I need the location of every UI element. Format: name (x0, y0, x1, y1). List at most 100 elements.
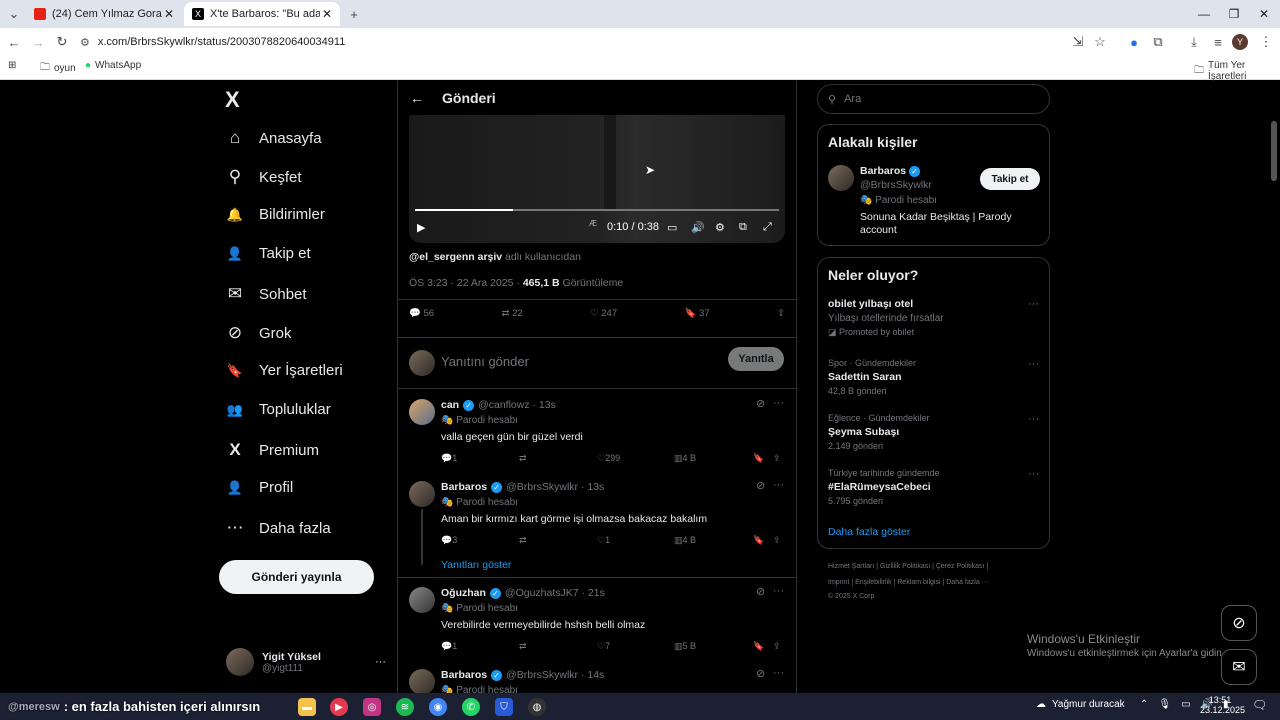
bookmark-icon[interactable]: 🔖 (753, 641, 764, 652)
share-icon[interactable]: ⇪ (773, 641, 781, 652)
tab-search-icon[interactable]: ⌄ (4, 4, 24, 24)
trend-item[interactable]: Türkiye tarihinde gündemde #ElaRümeysaCe… (828, 468, 1043, 506)
more-icon[interactable]: ··· (773, 585, 784, 597)
author-name[interactable]: can (441, 399, 459, 411)
close-tab-icon[interactable]: ✕ (322, 7, 332, 21)
browser-tab-x[interactable]: X X'te Barbaros: "Bu adam fenere ✕ (184, 2, 340, 26)
close-tab-icon[interactable]: ✕ (164, 7, 174, 21)
bookmark-icon[interactable]: 🔖 (753, 453, 764, 464)
trend-item[interactable]: Spor · Gündemdekiler Sadettin Saran 42,8… (828, 358, 1043, 396)
video-progress-bar[interactable] (415, 209, 779, 211)
all-bookmarks[interactable]: 🗀 Tüm Yer İşaretleri (1194, 60, 1280, 82)
pip-icon[interactable]: ⧉ (739, 221, 747, 234)
profile-avatar[interactable]: Y (1232, 34, 1248, 50)
repost-icon[interactable]: ⇄ (519, 535, 527, 546)
views-action[interactable]: ▥ 4 B (674, 535, 696, 546)
scrollbar[interactable] (1271, 121, 1277, 181)
like-action[interactable]: ♡ 1 (597, 535, 610, 546)
nav-chat[interactable]: ✉ Sohbet (225, 284, 307, 304)
share-icon[interactable]: ⇪ (777, 308, 785, 319)
download-icon[interactable]: ⤓ (1184, 32, 1204, 52)
nav-grok[interactable]: ⊘ Grok (225, 323, 292, 343)
trend-item[interactable]: Eğlence · Gündemdekiler Şeyma Subaşı 2.1… (828, 413, 1043, 451)
bookmark-star-icon[interactable]: ☆ (1090, 32, 1110, 52)
nav-communities[interactable]: 👥 Topluluklar (225, 401, 331, 418)
nav-more[interactable]: ⋯ Daha fazla (225, 518, 331, 538)
reading-list-icon[interactable]: ≡ (1208, 32, 1228, 52)
author-name[interactable]: Oğuzhan (441, 587, 486, 599)
reply-tweet[interactable]: Oğuzhan ✓ @OguzhatsJK7 · 21s ⊘ ··· 🎭 Par… (398, 578, 796, 662)
volume-icon[interactable]: 🔊 (691, 221, 705, 234)
search-input[interactable]: ⚲ Ara (817, 84, 1050, 114)
more-icon[interactable]: ··· (1028, 298, 1039, 310)
instagram-icon[interactable]: ◎ (363, 698, 381, 716)
play-icon[interactable]: ▶ (417, 221, 425, 234)
share-icon[interactable]: ⇪ (773, 453, 781, 464)
fullscreen-icon[interactable]: ⤢ (763, 221, 772, 234)
repost-icon[interactable]: ⇄ (519, 453, 527, 464)
forward-icon[interactable]: → (28, 32, 48, 52)
nav-premium[interactable]: X Premium (225, 440, 319, 460)
spotify-icon[interactable]: ≋ (396, 698, 414, 716)
reply-input[interactable]: Yanıtını gönder (441, 354, 529, 369)
extension-icon[interactable]: ● (1124, 32, 1144, 52)
nav-home[interactable]: ⌂ Anasayfa (225, 128, 322, 148)
share-icon[interactable]: ⇪ (773, 535, 781, 546)
grok-icon[interactable]: ⊘ (756, 667, 765, 680)
menu-kebab-icon[interactable]: ⋮ (1256, 32, 1276, 52)
footer-links[interactable]: Imprint | Erişilebilirlik | Reklam bilgi… (828, 579, 989, 586)
grok-icon[interactable]: ⊘ (756, 585, 765, 598)
reply-action[interactable]: 💬 56 (409, 308, 434, 319)
follow-button[interactable]: Takip et (980, 168, 1040, 190)
repost-action[interactable]: ⇄ 22 (501, 308, 522, 319)
nav-profile[interactable]: 👤 Profil (225, 479, 293, 496)
repost-icon[interactable]: ⇄ (519, 641, 527, 652)
messages-floating-button[interactable]: ✉ (1221, 649, 1257, 685)
security-icon[interactable]: ⛉ (495, 698, 513, 716)
obs-icon[interactable]: ◍ (528, 698, 546, 716)
attribution-user[interactable]: @el_sergenn arşiv (409, 251, 502, 263)
extensions-puzzle-icon[interactable]: ⧉ (1148, 32, 1168, 52)
reply-tweet[interactable]: can ✓ @canflowz · 13s ⊘ ··· 🎭 Parodi hes… (398, 389, 796, 477)
related-user[interactable]: Barbaros ✓ @BrbrsSkywlkr (860, 165, 932, 191)
auto-dub-icon[interactable]: Æ (589, 219, 597, 228)
grok-icon[interactable]: ⊘ (756, 397, 765, 410)
reply-tweet[interactable]: Barbaros ✓ @BrbrsSkywlkr · 13s ⊘ ··· 🎭 P… (398, 471, 796, 581)
settings-icon[interactable]: ⚙ (715, 221, 725, 234)
bookmark-oyun[interactable]: 🗀 oyun (40, 60, 76, 77)
new-tab-button[interactable]: + (344, 4, 364, 24)
nav-bookmarks[interactable]: 🔖 Yer İşaretleri (225, 362, 343, 379)
reply-action[interactable]: 💬 3 (441, 535, 457, 546)
trend-item[interactable]: obilet yılbaşı otel Yılbaşı otellerinde … (828, 298, 1043, 338)
grok-icon[interactable]: ⊘ (756, 479, 765, 492)
bookmark-whatsapp[interactable]: ● WhatsApp (85, 60, 141, 71)
captions-icon[interactable]: ▭ (667, 221, 677, 234)
more-icon[interactable]: ··· (1028, 413, 1039, 425)
more-icon[interactable]: ··· (1028, 468, 1039, 480)
bookmark-action[interactable]: 🔖 37 (685, 308, 710, 319)
author-name[interactable]: Barbaros (441, 481, 487, 493)
x-logo-icon[interactable]: X (225, 87, 240, 113)
file-explorer-icon[interactable]: ▬ (298, 698, 316, 716)
show-more-link[interactable]: Daha fazla göster (828, 526, 910, 538)
media-player-icon[interactable]: ▶ (330, 698, 348, 716)
address-bar[interactable]: ⚙ x.com/BrbrsSkywlkr/status/200307882064… (80, 31, 1120, 53)
notification-icon[interactable]: 🗨 (1252, 698, 1267, 712)
footer-links[interactable]: Hizmet Şartları | Gizlilik Politikası | … (828, 563, 988, 570)
reply-tweet[interactable]: Barbaros ✓ @BrbrsSkywlkr · 14s ⊘ ··· 🎭 P… (398, 662, 796, 693)
video-player[interactable]: ➤ ▶ Æ 0:10 / 0:38 ▭ 🔊 ⚙ ⧉ ⤢ (409, 115, 785, 243)
views-action[interactable]: ▥ 5 B (674, 641, 696, 652)
timestamp[interactable]: ÖS 3:23 · 22 Ara 2025 · (409, 277, 520, 289)
nav-follow[interactable]: 👤 Takip et (225, 245, 311, 262)
show-replies-link[interactable]: Yanıtları göster (441, 559, 511, 571)
more-icon[interactable]: ··· (1028, 358, 1039, 370)
weather-widget[interactable]: ☁ Yağmur duracak (1036, 699, 1125, 710)
site-info-icon[interactable]: ⚙ (80, 36, 90, 49)
browser-tab-youtube[interactable]: (24) Cem Yılmaz Gora/Arog Sah ✕ (26, 2, 182, 26)
author-name[interactable]: Barbaros (441, 669, 487, 681)
reply-action[interactable]: 💬 1 (441, 453, 457, 464)
back-arrow-icon[interactable]: ← (410, 90, 424, 106)
like-action[interactable]: ♡ 247 (590, 308, 617, 319)
clock[interactable]: 13:51 23.12.2025 (1200, 695, 1245, 715)
reply-button[interactable]: Yanıtla (728, 347, 784, 371)
